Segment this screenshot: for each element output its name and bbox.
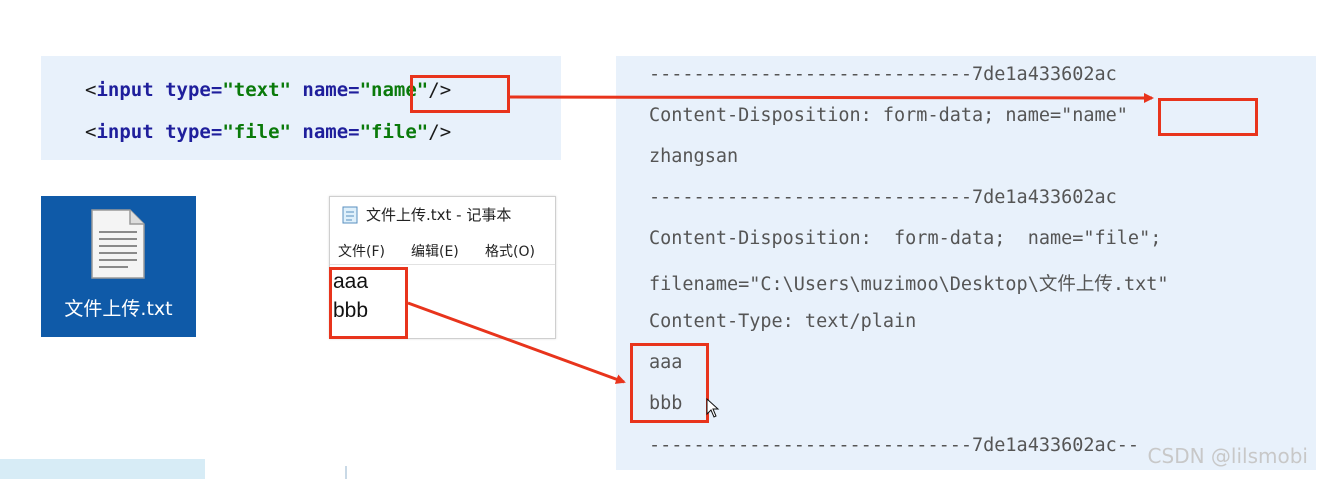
arrow-file-content-mapping xyxy=(407,301,626,384)
mouse-cursor-icon xyxy=(706,398,720,418)
arrow-name-mapping xyxy=(509,92,1154,103)
bottom-tick xyxy=(345,466,347,479)
watermark: CSDN @lilsmobi xyxy=(1147,444,1308,468)
bottom-decoration xyxy=(0,459,205,479)
connector-arrows xyxy=(407,92,1154,384)
